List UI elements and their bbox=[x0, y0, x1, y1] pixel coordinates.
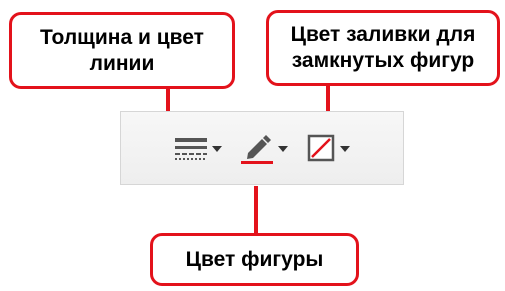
shape-format-toolbar bbox=[120, 111, 404, 185]
callout-shape-color-text: Цвет фигуры bbox=[185, 247, 324, 271]
shape-color-button[interactable] bbox=[238, 130, 290, 166]
line-style-icon bbox=[174, 134, 208, 162]
callout-line-style-text-1: Толщина и цвет bbox=[40, 25, 204, 49]
connector-shape-color bbox=[254, 186, 258, 233]
fill-color-button[interactable] bbox=[304, 130, 352, 166]
callout-fill-color-text-1: Цвет заливки для bbox=[290, 23, 476, 46]
line-style-button[interactable] bbox=[172, 130, 224, 166]
callout-fill-color: Цвет заливки для замкнутых фигур bbox=[266, 10, 500, 86]
callout-line-style: Толщина и цвет линии bbox=[9, 12, 235, 89]
chevron-down-icon bbox=[212, 146, 222, 152]
callout-line-style-text-2: линии bbox=[89, 51, 155, 75]
chevron-down-icon bbox=[278, 146, 288, 152]
chevron-down-icon bbox=[340, 146, 350, 152]
callout-fill-color-text-2: замкнутых фигур bbox=[291, 49, 475, 72]
fill-color-icon bbox=[306, 133, 336, 163]
callout-shape-color: Цвет фигуры bbox=[150, 233, 359, 286]
pencil-icon bbox=[240, 132, 274, 164]
